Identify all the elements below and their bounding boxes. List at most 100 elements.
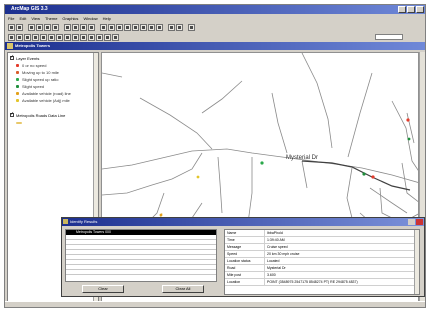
table-row[interactable]: Speed 20 km 30 mph cruise: [225, 251, 419, 258]
scale-input[interactable]: [375, 34, 403, 40]
zoom-in-fixed-icon[interactable]: [124, 24, 131, 31]
maximize-button[interactable]: [407, 6, 415, 13]
help-button[interactable]: [408, 219, 415, 225]
print-tool-icon[interactable]: [16, 24, 23, 31]
property-name: Message: [225, 244, 265, 250]
table-tool-icon[interactable]: [28, 24, 35, 31]
identify-tool-icon[interactable]: [8, 34, 15, 41]
table-row[interactable]: Message Cruise speed: [225, 244, 419, 251]
property-value: Cruise speed: [267, 245, 288, 249]
property-name: Speed: [225, 251, 265, 257]
property-value: Located: [267, 259, 280, 263]
menu-view[interactable]: View: [31, 15, 40, 22]
layer-roads[interactable]: Metropolis Roads Data Line: [8, 111, 98, 119]
zoom-in-icon[interactable]: [40, 34, 47, 41]
view-window-title: Metropolis Towers: [5, 42, 425, 50]
clear-button[interactable]: Clear: [82, 285, 124, 293]
menu-help[interactable]: Help: [103, 15, 111, 22]
layer-events[interactable]: Layer Events: [8, 54, 98, 62]
legend-swatch: [16, 64, 19, 67]
attribute-table: Name IbbaPhold Time 1:39:40 AM Message C…: [224, 229, 420, 295]
identify-results-list[interactable]: Metropolis Towers 000: [65, 229, 217, 282]
zoom-previous-icon[interactable]: [140, 24, 147, 31]
help-tool-icon[interactable]: [188, 24, 195, 31]
status-bar: [5, 301, 425, 307]
menu-graphics[interactable]: Graphics: [62, 15, 78, 22]
table-row[interactable]: Name IbbaPhold: [225, 230, 419, 237]
legend-label: Slight speed up ratio: [22, 77, 59, 82]
table-row[interactable]: Location status Located: [225, 258, 419, 265]
property-value: IbbaPhold: [267, 231, 283, 235]
chart-tool-icon[interactable]: [36, 24, 43, 31]
property-value: 1:39:40 AM: [267, 238, 285, 242]
text-tool-icon[interactable]: [96, 34, 103, 41]
add-theme-icon[interactable]: [64, 24, 71, 31]
legend-item: [8, 119, 98, 126]
close-button[interactable]: [416, 6, 424, 13]
zoom-out-fixed-icon[interactable]: [132, 24, 139, 31]
clear-all-button[interactable]: Clear All: [162, 285, 204, 293]
vehicle-marker[interactable]: [362, 172, 366, 176]
property-name: Location: [225, 279, 265, 285]
locate-tool-icon[interactable]: [176, 24, 183, 31]
list-item[interactable]: [66, 270, 216, 275]
pointer-tool-icon[interactable]: [16, 34, 23, 41]
legend-item: Moving up to 10 mile: [8, 69, 98, 76]
vertex-tool-icon[interactable]: [24, 34, 31, 41]
vehicle-marker[interactable]: [407, 137, 411, 141]
measure-tool-icon[interactable]: [64, 34, 71, 41]
save-tool-icon[interactable]: [8, 24, 15, 31]
layer-visibility-checkbox[interactable]: [10, 54, 14, 61]
property-value: 20 km 30 mph cruise: [267, 252, 300, 256]
property-name: Location status: [225, 258, 265, 264]
property-value: POINT (3548975 2547175 8548274 PT) RE 29…: [267, 280, 358, 284]
find-tool-icon[interactable]: [168, 24, 175, 31]
layout-tool-icon[interactable]: [44, 24, 51, 31]
legend-label: Available vehicle (Adj) mile: [22, 98, 70, 103]
legend-item: Slight speed: [8, 83, 98, 90]
vehicle-marker[interactable]: [159, 213, 163, 217]
query-builder-icon[interactable]: [88, 24, 95, 31]
minimize-button[interactable]: [398, 6, 406, 13]
layer-label: Metropolis Roads Data Line: [16, 113, 66, 118]
legend-edit-icon[interactable]: [80, 24, 87, 31]
legend-label: Slight speed: [22, 84, 45, 89]
window-title: ArcMap GIS 3.3: [11, 6, 48, 12]
vehicle-marker[interactable]: [196, 175, 200, 179]
zoom-out-icon[interactable]: [48, 34, 55, 41]
vehicle-marker[interactable]: [260, 161, 264, 165]
clear-selection-icon[interactable]: [156, 24, 163, 31]
layer-visibility-checkbox[interactable]: [10, 111, 14, 118]
legend-item: Slight speed up ratio: [8, 76, 98, 83]
pan-tool-icon[interactable]: [56, 34, 63, 41]
script-tool-icon[interactable]: [52, 24, 59, 31]
menu-file[interactable]: File: [8, 15, 14, 22]
menu-window[interactable]: Window: [83, 15, 97, 22]
menu-edit[interactable]: Edit: [19, 15, 26, 22]
zoom-full-icon[interactable]: [100, 24, 107, 31]
zoom-selected-icon[interactable]: [116, 24, 123, 31]
table-row[interactable]: Mile post 3.600: [225, 272, 419, 279]
area-tool-icon[interactable]: [80, 34, 87, 41]
menu-theme[interactable]: Theme: [45, 15, 57, 22]
hotlink-tool-icon[interactable]: [72, 34, 79, 41]
zoom-theme-icon[interactable]: [108, 24, 115, 31]
dialog-close-button[interactable]: [416, 219, 423, 225]
vehicle-marker[interactable]: [371, 175, 375, 179]
table-scrollbar[interactable]: [414, 230, 419, 294]
identify-results-dialog: Identify Results Metropolis Towers 000 C…: [61, 217, 425, 297]
draw-tool-icon[interactable]: [104, 34, 111, 41]
label-tool-icon[interactable]: [88, 34, 95, 41]
vehicle-marker[interactable]: [406, 118, 410, 122]
menu-bar: File Edit View Theme Graphics Window Hel…: [5, 15, 425, 22]
window-titlebar: ArcMap GIS 3.3: [5, 5, 425, 14]
layer-label: Layer Events: [16, 56, 40, 61]
table-row[interactable]: Time 1:39:40 AM: [225, 237, 419, 244]
select-feature-icon[interactable]: [32, 34, 39, 41]
snap-tool-icon[interactable]: [112, 34, 119, 41]
table-row[interactable]: Road Mysterial Dr: [225, 265, 419, 272]
theme-props-icon[interactable]: [72, 24, 79, 31]
select-graphic-icon[interactable]: [148, 24, 155, 31]
table-row[interactable]: Location POINT (3548975 2547175 8548274 …: [225, 279, 419, 286]
identify-icon: [63, 219, 68, 224]
